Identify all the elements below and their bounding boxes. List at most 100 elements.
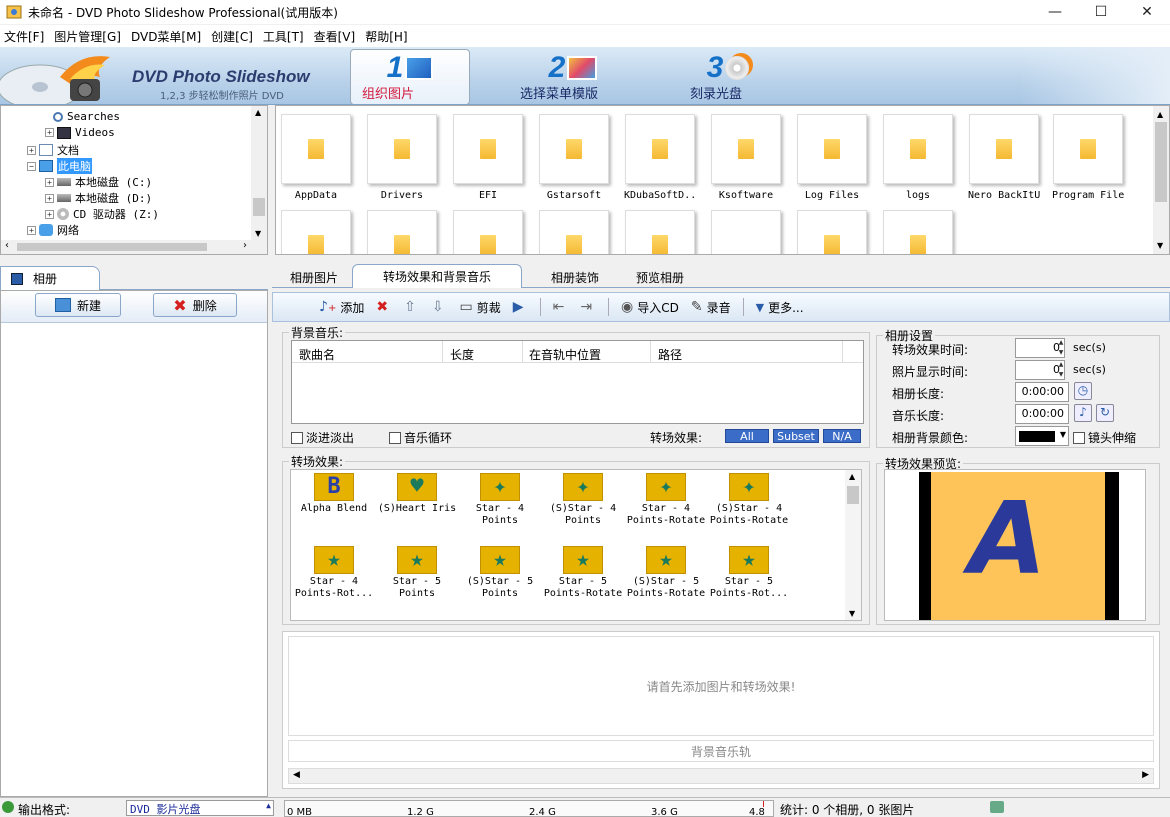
effect-item[interactable]: ★ (S)Star - 5 Points-Rotate: [626, 546, 706, 600]
lens-stretch-checkbox[interactable]: 镜头伸缩: [1073, 429, 1136, 446]
tree-horizontal-scrollbar[interactable]: ‹ ›: [1, 240, 267, 254]
folder-tile[interactable]: [366, 210, 438, 254]
expand-icon[interactable]: +: [27, 225, 36, 235]
album-length-button[interactable]: ◷: [1074, 382, 1092, 400]
tree-item-network[interactable]: + 网络: [27, 222, 79, 238]
column-position[interactable]: 在音轨中位置: [529, 346, 601, 363]
tree-item-this-pc[interactable]: − 此电脑: [27, 158, 92, 174]
folder-tile[interactable]: EFI: [452, 114, 524, 201]
music-length-button[interactable]: ♪: [1074, 404, 1092, 422]
effect-item[interactable]: ✦ Star - 4 Points-Rotate: [626, 473, 706, 527]
effect-item[interactable]: ✦ (S)Star - 4 Points: [543, 473, 623, 527]
effect-item[interactable]: ★ Star - 5 Points-Rot...: [709, 546, 789, 600]
timeline-scrollbar[interactable]: ◀ ▶: [288, 768, 1154, 784]
fade-checkbox[interactable]: 淡进淡出: [291, 429, 354, 446]
step-menu-template[interactable]: 2 选择菜单模版: [520, 53, 626, 103]
album-tab[interactable]: 相册: [0, 266, 100, 290]
step-burn[interactable]: 3 刻录光盘: [690, 53, 766, 102]
transition-time-spinner[interactable]: ▲ ▼: [1055, 338, 1067, 358]
folder-tile[interactable]: [624, 210, 696, 254]
folder-tile[interactable]: [452, 210, 524, 254]
folder-tile[interactable]: Drivers: [366, 114, 438, 201]
tree-item-drive-c[interactable]: + 本地磁盘 (C:): [45, 174, 152, 190]
record-button[interactable]: ✎ 录音: [691, 299, 731, 316]
bg-color-picker[interactable]: ▼: [1015, 426, 1069, 446]
folder-tile[interactable]: [710, 210, 782, 254]
more-button[interactable]: ▼ 更多...: [756, 299, 804, 316]
column-length[interactable]: 长度: [450, 346, 474, 363]
effect-item[interactable]: ★ Star - 5 Points-Rotate: [543, 546, 623, 600]
folder-tile[interactable]: [538, 210, 610, 254]
loop-checkbox[interactable]: 音乐循环: [389, 429, 452, 446]
import-cd-button[interactable]: ◉ 导入CD: [621, 299, 679, 316]
tab-transitions-music[interactable]: 转场效果和背景音乐: [352, 264, 522, 288]
timeline-area[interactable]: 请首先添加图片和转场效果! 背景音乐轨 ◀ ▶: [282, 631, 1160, 789]
menu-image-manage[interactable]: 图片管理[G]: [50, 28, 127, 45]
new-album-button[interactable]: 新建: [35, 293, 121, 317]
filter-subset-button[interactable]: Subset: [773, 429, 819, 443]
expand-icon[interactable]: +: [27, 145, 36, 155]
tab-album-photos[interactable]: 相册图片: [278, 266, 350, 288]
menu-tools[interactable]: 工具[T]: [259, 28, 310, 45]
trim-button[interactable]: ▭ 剪裁: [460, 299, 501, 316]
folder-tile[interactable]: Log Files: [796, 114, 868, 201]
move-up-button[interactable]: ⇧: [404, 299, 420, 315]
effects-list[interactable]: B Alpha Blend ♥ (S)Heart Iris ✦ Star - 4 Poi…: [290, 469, 862, 621]
effect-item[interactable]: ♥ (S)Heart Iris: [377, 473, 457, 515]
folder-tile[interactable]: AppData: [280, 114, 352, 201]
effect-item[interactable]: ✦ Star - 4 Points: [460, 473, 540, 527]
effect-item[interactable]: B Alpha Blend: [294, 473, 374, 515]
folder-tile[interactable]: Ksoftware: [710, 114, 782, 201]
effect-item[interactable]: ✦ (S)Star - 4 Points-Rotate: [709, 473, 789, 527]
expand-icon[interactable]: +: [45, 209, 54, 219]
effect-item[interactable]: ★ Star - 5 Points: [377, 546, 457, 600]
step-organize[interactable]: 1 组织图片: [362, 53, 458, 102]
folder-tile[interactable]: KDubaSoftD...: [624, 114, 696, 201]
folder-tile[interactable]: [280, 210, 352, 254]
expand-icon[interactable]: +: [45, 177, 54, 187]
folder-tree[interactable]: Searches + Videos + 文档 − 此电脑 + 本地磁盘 (C:) + 本地…: [0, 105, 268, 255]
shift-right-button[interactable]: ⇥: [580, 299, 596, 315]
minimize-button[interactable]: —: [1032, 0, 1078, 24]
filter-all-button[interactable]: All: [725, 429, 769, 443]
folder-tile[interactable]: [882, 210, 954, 254]
add-button[interactable]: ♪+ 添加: [319, 299, 364, 316]
expand-icon[interactable]: +: [45, 128, 54, 137]
files-vertical-scrollbar[interactable]: ▲ ▼: [1153, 106, 1169, 254]
menu-view[interactable]: 查看[V]: [310, 28, 362, 45]
column-path[interactable]: 路径: [658, 346, 682, 363]
maximize-button[interactable]: ☐: [1078, 0, 1124, 24]
tree-item-drive-d[interactable]: + 本地磁盘 (D:): [45, 190, 152, 206]
close-button[interactable]: ✕: [1124, 0, 1170, 24]
folder-tile[interactable]: Program Files: [1052, 114, 1124, 201]
menu-file[interactable]: 文件[F]: [0, 28, 50, 45]
menu-create[interactable]: 创建[C]: [207, 28, 259, 45]
menu-dvd[interactable]: DVD菜单[M]: [127, 28, 207, 45]
effect-item[interactable]: ★ (S)Star - 5 Points: [460, 546, 540, 600]
column-song-name[interactable]: 歌曲名: [299, 346, 335, 363]
output-format-select[interactable]: DVD 影片光盘 ▲: [126, 800, 274, 816]
photo-time-spinner[interactable]: ▲ ▼: [1055, 360, 1067, 380]
folder-tile[interactable]: Nero BackItUp: [968, 114, 1040, 201]
delete-album-button[interactable]: ✖ 删除: [153, 293, 237, 317]
menu-help[interactable]: 帮助[H]: [361, 28, 413, 45]
tree-item-videos[interactable]: + Videos: [45, 126, 115, 139]
storyboard[interactable]: 请首先添加图片和转场效果!: [288, 636, 1154, 736]
collapse-icon[interactable]: −: [27, 161, 36, 171]
filter-na-button[interactable]: N/A: [823, 429, 861, 443]
tab-preview-album[interactable]: 预览相册: [628, 266, 692, 288]
tree-item-cd-drive[interactable]: + CD 驱动器 (Z:): [45, 206, 159, 222]
file-browser[interactable]: AppData Drivers EFI Gstarsoft KDubaSoftD…: [275, 105, 1170, 255]
folder-tile[interactable]: [796, 210, 868, 254]
folder-tile[interactable]: logs: [882, 114, 954, 201]
shift-left-button[interactable]: ⇤: [553, 299, 569, 315]
move-down-button[interactable]: ⇩: [432, 299, 448, 315]
tree-vertical-scrollbar[interactable]: ▲ ▼: [251, 106, 267, 240]
remove-button[interactable]: ✖: [376, 299, 392, 315]
expand-icon[interactable]: +: [45, 193, 54, 203]
music-list[interactable]: 歌曲名 长度 在音轨中位置 路径: [291, 340, 864, 424]
effects-scrollbar[interactable]: ▲ ▼: [845, 470, 861, 620]
music-track[interactable]: 背景音乐轨: [288, 740, 1154, 762]
tab-album-decoration[interactable]: 相册装饰: [540, 266, 610, 288]
play-button[interactable]: ▶: [513, 299, 528, 315]
